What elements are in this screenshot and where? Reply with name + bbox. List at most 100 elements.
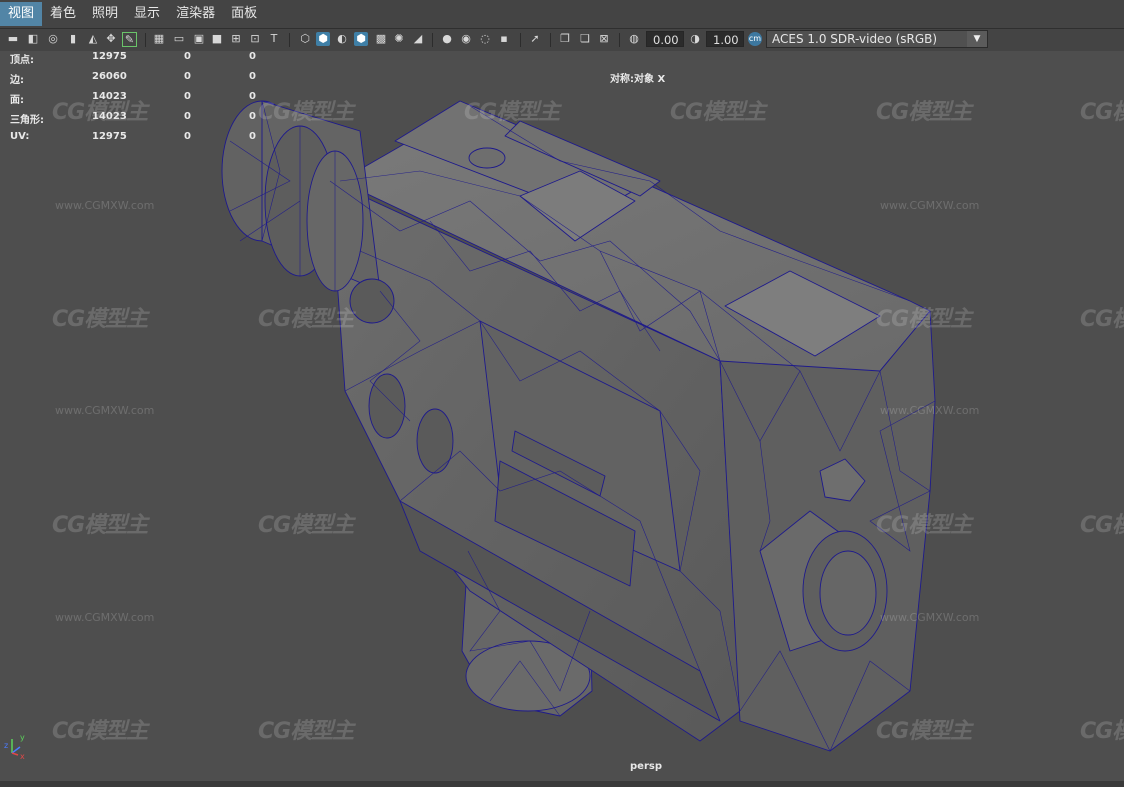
depth-of-field-icon[interactable]: ▪ bbox=[497, 32, 511, 46]
image-plane-icon[interactable]: ◭ bbox=[86, 32, 100, 46]
xray-joints-icon[interactable]: ⊠ bbox=[597, 32, 611, 46]
default-material-icon[interactable]: ◐ bbox=[335, 32, 349, 46]
watermark-logo: CG模型主 bbox=[258, 100, 354, 125]
gate-mask-icon[interactable]: ■ bbox=[210, 32, 224, 46]
textured-icon[interactable]: ▩ bbox=[374, 32, 388, 46]
camera-name-label: persp bbox=[630, 761, 662, 772]
smooth-shade-icon[interactable]: ⬢ bbox=[316, 32, 330, 46]
wireframe-icon[interactable]: ⬡ bbox=[298, 32, 312, 46]
watermark-url: www.CGMXW.com bbox=[55, 611, 155, 624]
color-space-dropdown[interactable]: ACES 1.0 SDR-video (sRGB) ▼ bbox=[766, 30, 988, 48]
antialiasing-icon[interactable]: ◌ bbox=[478, 32, 492, 46]
bookmark-icon[interactable]: ▮ bbox=[66, 32, 80, 46]
watermark-logo: CG模型主 bbox=[464, 100, 560, 125]
viewport-menu-bar: 视图 着色 照明 显示 渲染器 面板 bbox=[0, 0, 1124, 29]
stat-edges-total: 26060 bbox=[92, 71, 127, 82]
view-axis-gizmo: y z x bbox=[4, 733, 25, 761]
watermark-url: www.CGMXW.com bbox=[880, 199, 980, 212]
menu-lighting[interactable]: 照明 bbox=[84, 2, 126, 26]
stat-vertices-selected: 0 bbox=[184, 51, 191, 62]
watermark-logo: CG模型主 bbox=[1080, 100, 1124, 125]
stat-uvs-total: 12975 bbox=[92, 131, 127, 142]
gamma-icon[interactable]: ◑ bbox=[688, 32, 702, 46]
symmetry-status: 对称:对象 X bbox=[610, 74, 666, 85]
chevron-down-icon[interactable]: ▼ bbox=[967, 31, 987, 47]
axis-label-y: y bbox=[20, 733, 25, 742]
color-management-icon[interactable]: cm bbox=[748, 32, 762, 46]
color-space-label: ACES 1.0 SDR-video (sRGB) bbox=[772, 32, 938, 46]
shadows-icon[interactable]: ◢ bbox=[411, 32, 425, 46]
stat-label-uvs: UV: bbox=[10, 131, 30, 142]
stat-triangles-total: 14023 bbox=[92, 111, 127, 122]
gamma-field[interactable]: 1.00 bbox=[706, 31, 744, 47]
watermark-url: www.CGMXW.com bbox=[55, 404, 155, 417]
field-chart-icon[interactable]: ⊞ bbox=[229, 32, 243, 46]
stat-faces-triangles: 0 bbox=[249, 91, 256, 102]
camera-icon[interactable]: ▬ bbox=[6, 32, 20, 46]
wireframe-on-shaded-icon[interactable]: ⬢ bbox=[354, 32, 368, 46]
motion-blur-icon[interactable]: ◉ bbox=[459, 32, 473, 46]
watermark-logo: CG模型主 bbox=[258, 307, 354, 332]
dial-lower bbox=[416, 408, 454, 474]
film-gate-icon[interactable]: ▭ bbox=[172, 32, 186, 46]
axis-label-z: z bbox=[4, 741, 8, 750]
resolution-gate-icon[interactable]: ▣ bbox=[192, 32, 206, 46]
stat-label-triangles: 三角形: bbox=[10, 115, 44, 126]
menu-panels[interactable]: 面板 bbox=[223, 2, 265, 26]
dial-upper bbox=[349, 278, 395, 324]
grease-pencil-icon[interactable]: ✎ bbox=[122, 32, 137, 47]
two-d-pan-zoom-icon[interactable]: ✥ bbox=[104, 32, 118, 46]
stat-label-edges: 边: bbox=[10, 75, 24, 86]
watermark-logo: CG模型主 bbox=[1080, 307, 1124, 332]
menu-shading[interactable]: 着色 bbox=[42, 2, 84, 26]
watermark-url: www.CGMXW.com bbox=[55, 199, 155, 212]
stat-triangles-selected: 0 bbox=[184, 111, 191, 122]
safe-action-icon[interactable]: ⊡ bbox=[248, 32, 262, 46]
stat-uvs-selected: 0 bbox=[184, 131, 191, 142]
exposure-icon[interactable]: ◍ bbox=[627, 32, 641, 46]
menu-show[interactable]: 显示 bbox=[126, 2, 168, 26]
axis-label-x: x bbox=[20, 752, 25, 761]
viewport-toolbar: ▬ ◧ ◎ ▮ ◭ ✥ ✎ ▦ ▭ ▣ ■ ⊞ ⊡ T ⬡ ⬢ ◐ ⬢ ▩ ✺ … bbox=[0, 29, 1124, 52]
stat-label-faces: 面: bbox=[10, 95, 24, 106]
watermark-logo: CG模型主 bbox=[52, 513, 148, 538]
viewport-bottom-border bbox=[0, 781, 1124, 787]
camera-attributes-icon[interactable]: ◧ bbox=[26, 32, 40, 46]
stat-vertices-total: 12975 bbox=[92, 51, 127, 62]
watermark-url: www.CGMXW.com bbox=[880, 404, 980, 417]
3d-viewport[interactable]: CG模型主 CG模型主 CG模型主 CG模型主 CG模型主 CG模型主 www.… bbox=[0, 51, 1124, 781]
watermark-logo: CG模型主 bbox=[670, 100, 766, 125]
stat-triangles-third: 0 bbox=[249, 111, 256, 122]
xray-active-icon[interactable]: ❏ bbox=[578, 32, 592, 46]
watermark-logo: CG模型主 bbox=[876, 307, 972, 332]
watermark-logo: CG模型主 bbox=[876, 719, 972, 744]
stat-uvs-triangles: 0 bbox=[249, 131, 256, 142]
watermark-logo: CG模型主 bbox=[258, 513, 354, 538]
watermark-logo: CG模型主 bbox=[876, 513, 972, 538]
camera-lock-icon[interactable]: ◎ bbox=[46, 32, 60, 46]
watermark-logo: CG模型主 bbox=[1080, 719, 1124, 744]
watermark-logo: CG模型主 bbox=[52, 719, 148, 744]
isolate-select-icon[interactable]: ➚ bbox=[528, 32, 542, 46]
stat-edges-triangles: 0 bbox=[249, 71, 256, 82]
lights-icon[interactable]: ✺ bbox=[392, 32, 406, 46]
exposure-field[interactable]: 0.00 bbox=[646, 31, 684, 47]
grid-icon[interactable]: ▦ bbox=[152, 32, 166, 46]
screen-space-ao-icon[interactable]: ● bbox=[440, 32, 454, 46]
xray-icon[interactable]: ❐ bbox=[558, 32, 572, 46]
stat-faces-total: 14023 bbox=[92, 91, 127, 102]
watermark-url: www.CGMXW.com bbox=[880, 611, 980, 624]
stat-edges-selected: 0 bbox=[184, 71, 191, 82]
stat-faces-selected: 0 bbox=[184, 91, 191, 102]
dial-middle bbox=[368, 373, 406, 439]
eyepiece-inner bbox=[819, 550, 877, 636]
watermark-logo: CG模型主 bbox=[52, 307, 148, 332]
stat-vertices-triangles: 0 bbox=[249, 51, 256, 62]
top-knob bbox=[468, 147, 506, 169]
watermark-logo: CG模型主 bbox=[1080, 513, 1124, 538]
menu-view[interactable]: 视图 bbox=[0, 2, 43, 26]
stat-label-vertices: 顶点: bbox=[10, 55, 34, 66]
menu-renderer[interactable]: 渲染器 bbox=[168, 2, 223, 26]
safe-title-icon[interactable]: T bbox=[267, 32, 281, 46]
watermark-logo: CG模型主 bbox=[876, 100, 972, 125]
